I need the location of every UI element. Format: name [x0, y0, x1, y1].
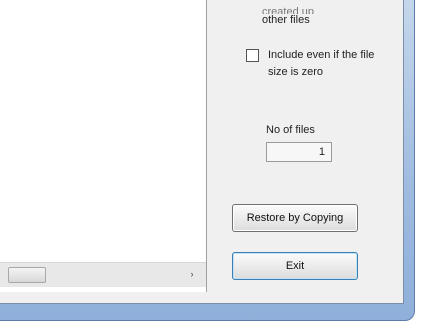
exit-button[interactable]: Exit [232, 252, 358, 280]
other-files-option-label: created up other files [262, 6, 314, 26]
no-of-files-label: No of files [266, 124, 315, 136]
other-files-text: other files [262, 14, 310, 26]
options-pane: created up other files Include even if t… [218, 0, 403, 303]
include-zero-size-label: Include even if the file size is zero [268, 49, 375, 78]
window-client-area: › created up other files Include even if… [0, 0, 404, 304]
app-window: › created up other files Include even if… [0, 0, 422, 325]
horizontal-scrollbar[interactable]: › [0, 262, 206, 287]
other-files-cut-text: created up [262, 6, 314, 14]
scrollbar-thumb[interactable] [8, 267, 46, 283]
restore-by-copying-button[interactable]: Restore by Copying [232, 204, 358, 232]
file-list-pane[interactable]: › [0, 0, 207, 292]
no-of-files-field: 1 [266, 142, 332, 162]
scroll-right-arrow-icon[interactable]: › [186, 267, 198, 281]
include-zero-size-checkbox[interactable] [246, 49, 259, 62]
